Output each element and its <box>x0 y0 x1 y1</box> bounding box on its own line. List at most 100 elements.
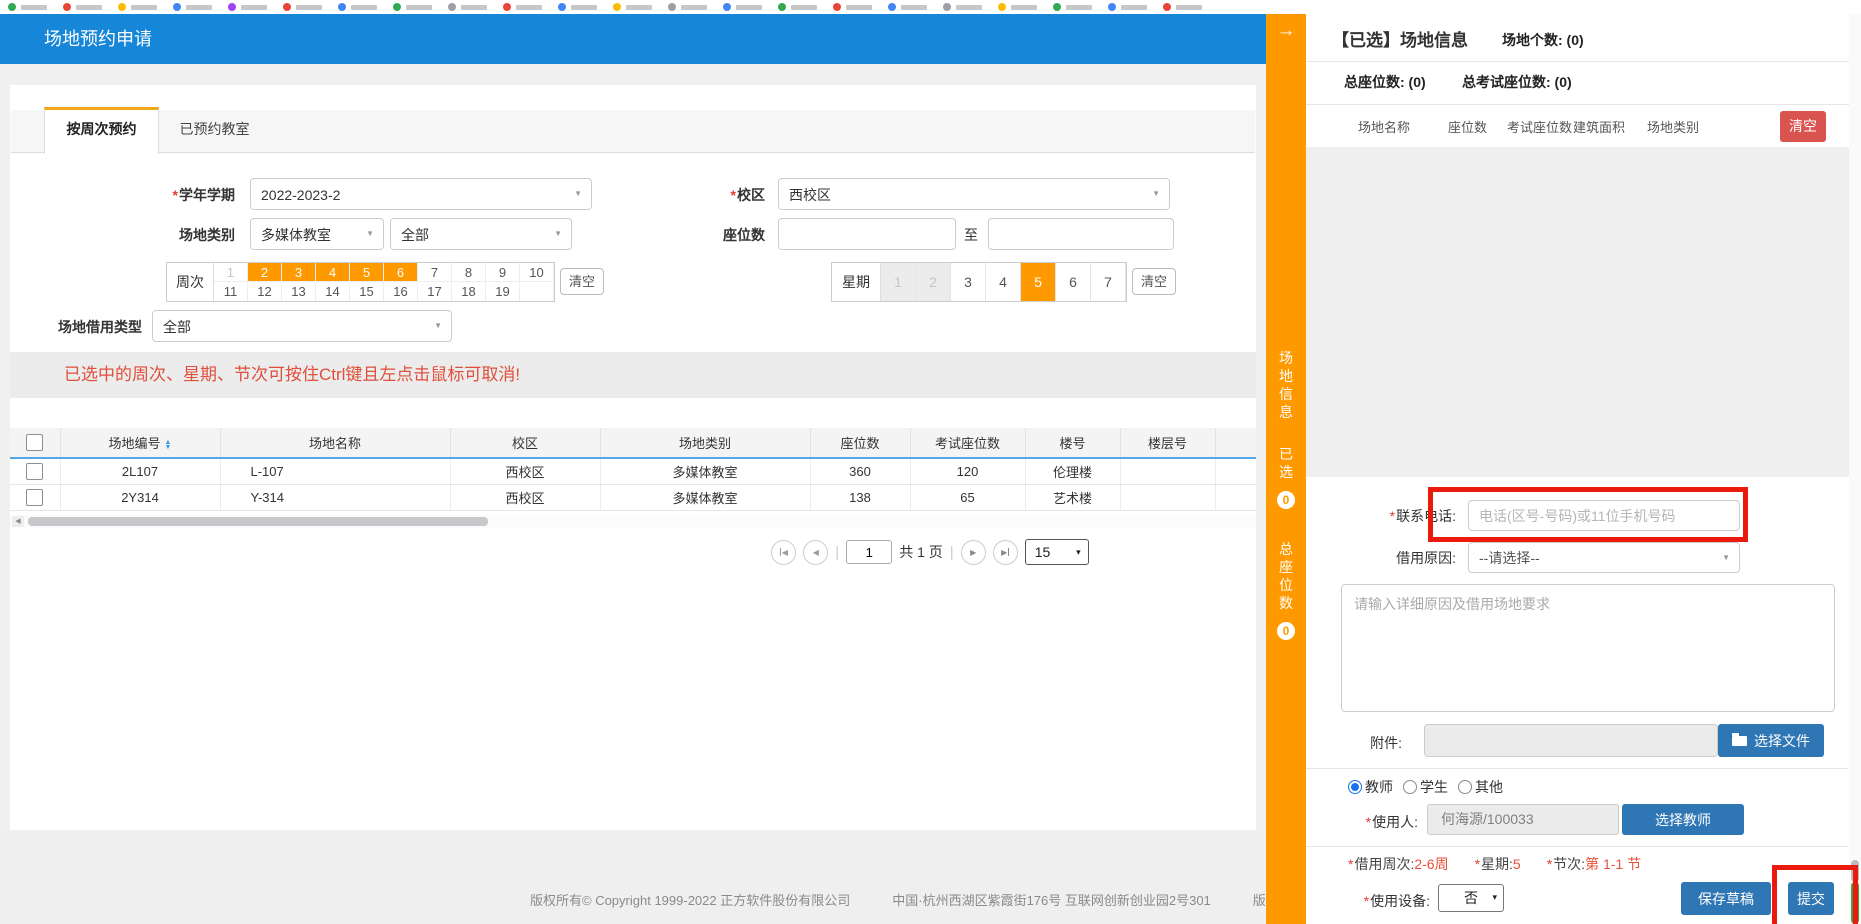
bookmark-item[interactable] <box>503 3 542 11</box>
weekday-cell-4[interactable]: 4 <box>986 263 1021 301</box>
week-cell-12[interactable]: 12 <box>248 282 282 301</box>
week-cell-3[interactable]: 3 <box>282 263 316 282</box>
scroll-left-icon[interactable]: ◀ <box>12 516 24 527</box>
week-cell-16[interactable]: 16 <box>384 282 418 301</box>
campus-label: *校区 <box>640 185 765 205</box>
vertical-scrollbar[interactable] <box>1849 14 1861 924</box>
choose-teacher-button[interactable]: 选择教师 <box>1622 804 1744 835</box>
seats-label: 座位数 <box>640 225 765 245</box>
summary-item-1: *星期:5 <box>1475 854 1521 874</box>
page-size-select[interactable]: 15 ▾ <box>1025 539 1089 565</box>
bookmark-item[interactable] <box>8 3 47 11</box>
bookmark-item[interactable] <box>998 3 1037 11</box>
radio-option-0[interactable]: 教师 <box>1348 777 1393 797</box>
week-cell-13[interactable]: 13 <box>282 282 316 301</box>
save-draft-button[interactable]: 保存草稿 <box>1681 882 1771 915</box>
borrow-type-select[interactable]: 全部 ▼ <box>152 310 452 342</box>
bookmark-item[interactable] <box>338 3 377 11</box>
horizontal-scrollbar[interactable]: ◀ <box>10 515 1256 528</box>
bookmark-item[interactable] <box>393 3 432 11</box>
term-select[interactable]: 2022-2023-2 ▼ <box>250 178 592 210</box>
week-cell-7[interactable]: 7 <box>418 263 452 282</box>
column-header-0[interactable]: 场地编号▲▼ <box>60 428 220 458</box>
week-cell-5[interactable]: 5 <box>350 263 384 282</box>
week-cell-6[interactable]: 6 <box>384 263 418 282</box>
vertical-scroll-thumb[interactable] <box>1851 860 1859 882</box>
bookmark-item[interactable] <box>723 3 762 11</box>
detail-textarea[interactable] <box>1341 584 1835 712</box>
weekday-clear-button[interactable]: 清空 <box>1132 268 1176 295</box>
bookmark-item[interactable] <box>833 3 872 11</box>
seats-max-input[interactable] <box>988 218 1174 250</box>
summary-label: 节次: <box>1553 856 1585 872</box>
page-number-input[interactable] <box>846 540 892 564</box>
venue-count: 场地个数: (0) <box>1502 30 1584 50</box>
venue-type-select[interactable]: 多媒体教室 ▼ <box>250 218 384 250</box>
choose-file-button[interactable]: 选择文件 <box>1718 724 1824 757</box>
selected-column-0: 场地名称 <box>1358 117 1410 136</box>
radio-option-2[interactable]: 其他 <box>1458 777 1503 797</box>
weekday-cell-7[interactable]: 7 <box>1091 263 1126 301</box>
bookmark-favicon-icon <box>283 3 291 11</box>
weeks-clear-button[interactable]: 清空 <box>560 268 604 295</box>
bookmark-item[interactable] <box>63 3 102 11</box>
table-row: 2L107L-107西校区多媒体教室360120伦理楼 <box>10 458 1256 484</box>
reason-select[interactable]: --请选择-- ▼ <box>1468 542 1740 573</box>
attachment-input[interactable] <box>1424 724 1718 757</box>
bookmark-item[interactable] <box>228 3 267 11</box>
next-page-button[interactable]: ▶ <box>961 540 986 565</box>
bookmark-item[interactable] <box>448 3 487 11</box>
campus-select[interactable]: 西校区 ▼ <box>778 178 1170 210</box>
bookmark-item[interactable] <box>943 3 982 11</box>
week-cell-18[interactable]: 18 <box>452 282 486 301</box>
horizontal-scroll-thumb[interactable] <box>28 517 488 526</box>
prev-page-button[interactable]: ◀ <box>803 540 828 565</box>
week-cell-10[interactable]: 10 <box>520 263 554 282</box>
weekday-cell-5[interactable]: 5 <box>1021 263 1056 301</box>
radio-option-1[interactable]: 学生 <box>1403 777 1448 797</box>
device-select[interactable]: 否 ▾ <box>1438 884 1504 912</box>
week-cell-8[interactable]: 8 <box>452 263 486 282</box>
bookmark-item[interactable] <box>558 3 597 11</box>
bookmark-item[interactable] <box>778 3 817 11</box>
device-label: *使用设备: <box>1336 891 1430 911</box>
week-cell-19[interactable]: 19 <box>486 282 520 301</box>
bookmark-item[interactable] <box>1053 3 1092 11</box>
weekday-cell-3[interactable]: 3 <box>951 263 986 301</box>
cell-座位数: 138 <box>810 484 910 510</box>
week-cell-11[interactable]: 11 <box>214 282 248 301</box>
bookmark-item[interactable] <box>668 3 707 11</box>
tab-by-week[interactable]: 按周次预约 <box>44 107 159 154</box>
week-cell-4[interactable]: 4 <box>316 263 350 282</box>
week-cell-14[interactable]: 14 <box>316 282 350 301</box>
tab-reserved-rooms[interactable]: 已预约教室 <box>158 110 271 149</box>
seats-min-input[interactable] <box>778 218 956 250</box>
submit-button[interactable]: 提交 <box>1788 882 1834 915</box>
sort-arrows-icon[interactable]: ▲▼ <box>165 440 172 450</box>
bookmark-item[interactable] <box>1163 3 1202 11</box>
bookmark-item[interactable] <box>173 3 212 11</box>
week-cell-15[interactable]: 15 <box>350 282 384 301</box>
clear-selected-button[interactable]: 清空 <box>1780 111 1826 142</box>
bookmark-item[interactable] <box>888 3 927 11</box>
first-page-button[interactable]: ◀ <box>771 540 796 565</box>
row-checkbox[interactable] <box>26 463 43 480</box>
collapse-arrow-icon[interactable]: → <box>1266 20 1306 42</box>
venue-subtype-select[interactable]: 全部 ▼ <box>390 218 572 250</box>
footer-address: 中国·杭州西湖区紫霞街176号 互联网创新创业园2号301 <box>892 893 1211 908</box>
last-page-button[interactable]: ▶ <box>993 540 1018 565</box>
row-checkbox[interactable] <box>26 489 43 506</box>
bookmark-item[interactable] <box>1108 3 1147 11</box>
bookmark-item[interactable] <box>613 3 652 11</box>
notice-bar: 已选中的周次、星期、节次可按住Ctrl键且左点击鼠标可取消! <box>10 352 1256 398</box>
notice-text: 已选中的周次、星期、节次可按住Ctrl键且左点击鼠标可取消! <box>64 352 520 398</box>
week-cell-2[interactable]: 2 <box>248 263 282 282</box>
phone-input[interactable] <box>1468 500 1740 531</box>
week-cell-17[interactable]: 17 <box>418 282 452 301</box>
bookmark-item[interactable] <box>118 3 157 11</box>
required-mark: * <box>1475 856 1480 872</box>
weekday-cell-6[interactable]: 6 <box>1056 263 1091 301</box>
bookmark-item[interactable] <box>283 3 322 11</box>
week-cell-9[interactable]: 9 <box>486 263 520 282</box>
select-all-checkbox[interactable] <box>26 434 43 451</box>
